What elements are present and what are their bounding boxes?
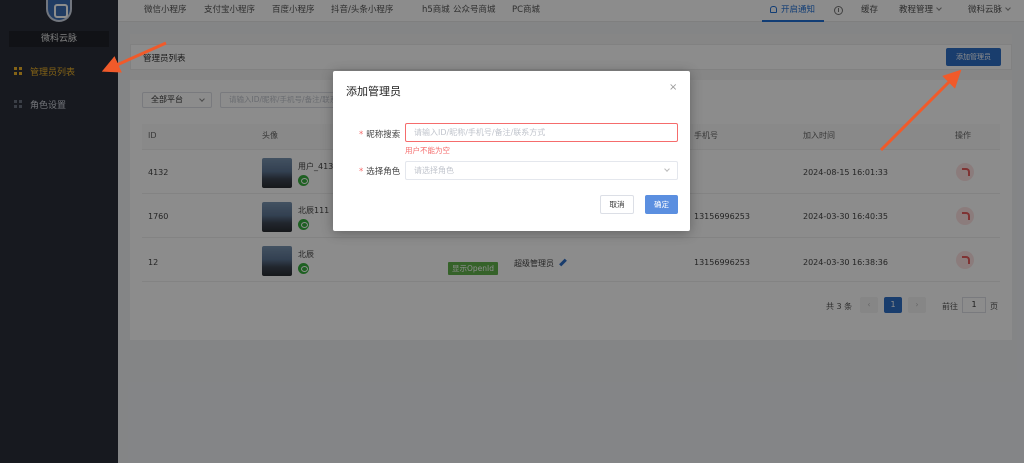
confirm-button[interactable]: 确定 (645, 195, 678, 214)
nickname-search-input[interactable] (405, 123, 678, 142)
role-label: * 选择角色 (359, 167, 401, 177)
modal-overlay[interactable] (0, 0, 1024, 463)
dialog-title: 添加管理员 (346, 85, 401, 98)
role-select[interactable]: 请选择角色 (405, 161, 678, 180)
close-icon[interactable]: × (669, 83, 677, 93)
nickname-label: * 昵称搜索 (359, 130, 401, 140)
cancel-button[interactable]: 取消 (600, 195, 634, 214)
nickname-error: 用户不能为空 (405, 146, 450, 155)
chevron-down-icon (664, 166, 670, 172)
add-admin-dialog: 添加管理员 × *昵称搜索 用户不能为空 *选择角色 请选择角色 取消 确定 (333, 71, 690, 231)
